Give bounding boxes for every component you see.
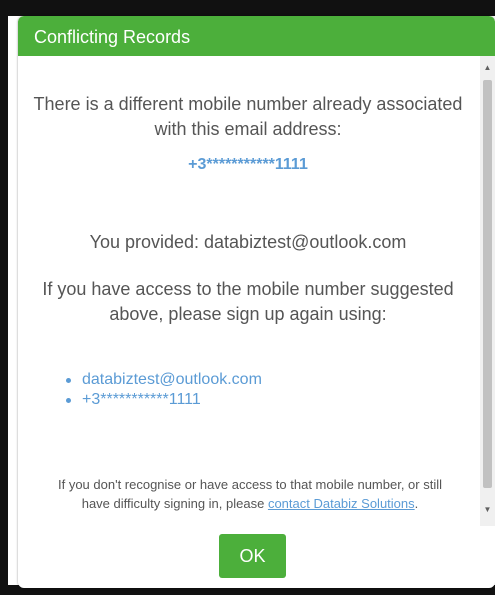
conflicting-records-dialog: Conflicting Records There is a different… <box>18 16 495 588</box>
list-item-email: databiztest@outlook.com <box>64 370 262 390</box>
help-note: If you don't recognise or have access to… <box>48 475 452 513</box>
contact-support-link[interactable]: contact Databiz Solutions <box>268 496 415 511</box>
dialog-body: There is a different mobile number alrea… <box>18 56 480 526</box>
dialog-header: Conflicting Records <box>18 16 495 56</box>
sign-up-instructions: If you have access to the mobile number … <box>42 279 454 324</box>
provided-email-text: You provided: databiztest@outlook.com <box>89 232 407 252</box>
sign-up-options-list: databiztest@outlook.com +3***********111… <box>64 370 262 410</box>
option-email: databiztest@outlook.com <box>82 371 262 388</box>
ok-button[interactable]: OK <box>219 534 286 578</box>
conflict-message: There is a different mobile number alrea… <box>33 94 463 139</box>
scroll-down-arrow-icon[interactable]: ▼ <box>480 502 495 518</box>
bullet-dot-icon <box>66 378 71 383</box>
dialog-title: Conflicting Records <box>34 27 191 47</box>
background-frame-left <box>0 0 8 595</box>
list-item-mobile: +3***********1111 <box>64 390 262 410</box>
bullet-dot-icon <box>66 398 71 403</box>
screen: Conflicting Records There is a different… <box>0 0 495 595</box>
scroll-up-arrow-icon[interactable]: ▲ <box>480 60 495 76</box>
help-note-end: . <box>414 496 419 511</box>
background-frame-top <box>0 0 495 16</box>
masked-mobile-number: +3***********1111 <box>188 156 308 173</box>
vertical-scrollbar[interactable]: ▲ ▼ <box>480 56 495 526</box>
scrollbar-thumb[interactable] <box>483 80 492 488</box>
option-mobile: +3***********1111 <box>82 391 201 408</box>
